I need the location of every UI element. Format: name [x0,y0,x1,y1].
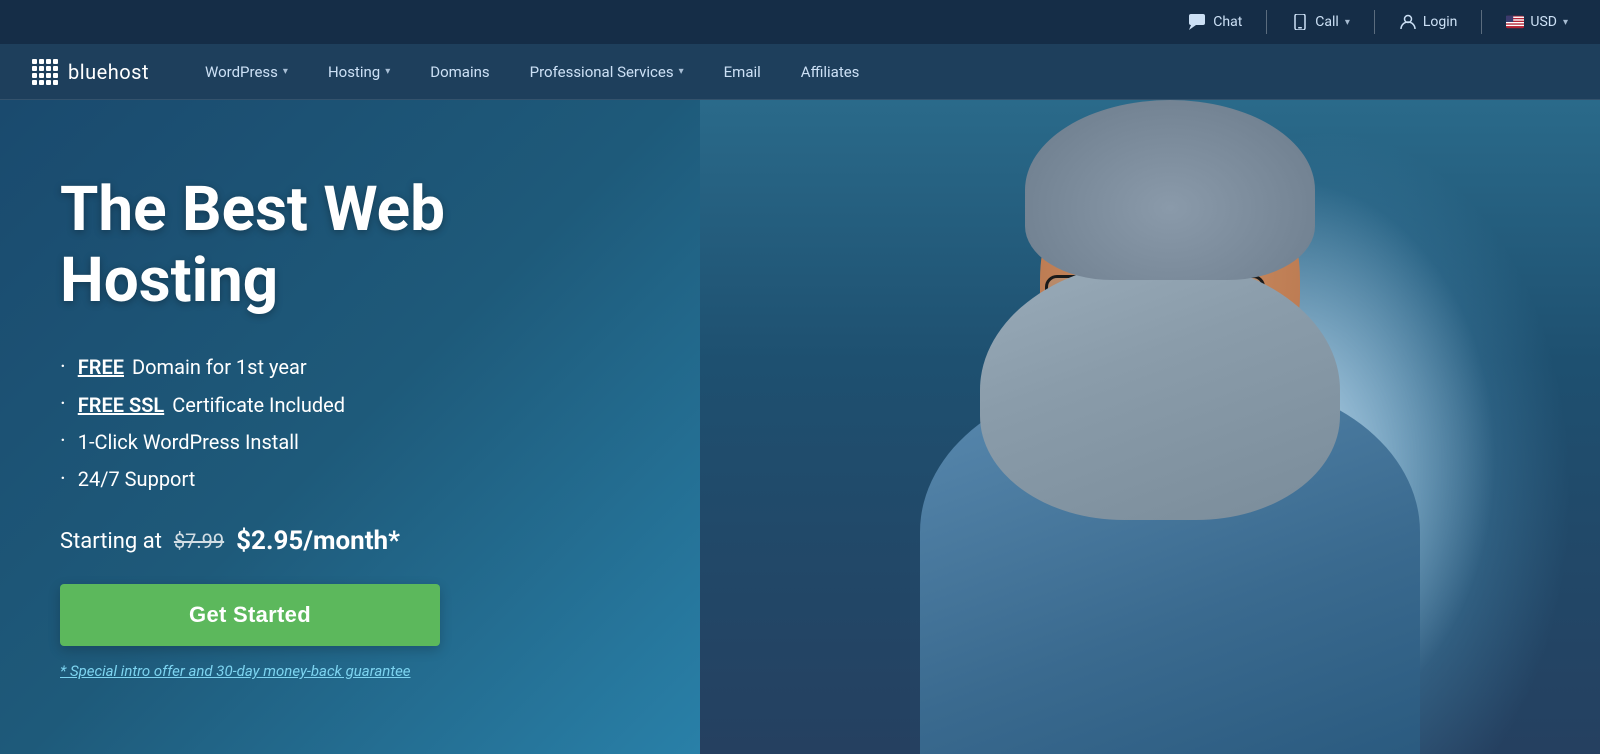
nav-wordpress-label: WordPress [205,63,278,81]
nav-email-label: Email [724,63,761,81]
new-price: $2.95/month* [236,526,400,556]
chat-link[interactable]: Chat [1189,13,1242,31]
person-hat [1025,100,1315,280]
user-icon [1399,13,1417,31]
currency-label: USD [1530,14,1557,30]
support-text: 24/7 Support [78,462,196,496]
main-navigation: bluehost WordPress ▾ Hosting ▾ Domains P… [0,44,1600,100]
free-ssl-text: Certificate Included [172,388,345,422]
login-label: Login [1423,14,1458,30]
pricing-prefix: Starting at [60,529,162,554]
hero-section: The Best Web Hosting · FREE Domain for 1… [0,100,1600,754]
feature-free-ssl: · FREE SSL Certificate Included [60,386,620,423]
nav-hosting-label: Hosting [328,63,380,81]
feature-wordpress: · 1-Click WordPress Install [60,423,620,460]
currency-dropdown-icon: ▾ [1563,17,1568,28]
call-link[interactable]: Call ▾ [1291,13,1350,31]
person-hood [980,260,1340,520]
nav-email[interactable]: Email [708,55,777,89]
nav-domains-label: Domains [430,63,489,81]
free-domain-highlight: FREE [78,350,124,384]
free-domain-text: Domain for 1st year [132,350,307,384]
nav-hosting[interactable]: Hosting ▾ [312,55,406,89]
feature-support: · 24/7 Support [60,461,620,498]
divider [1266,10,1267,34]
logo-grid-icon [32,59,58,85]
logo[interactable]: bluehost [32,59,149,85]
free-ssl-highlight: FREE SSL [78,388,164,422]
hero-person-figure [840,100,1520,754]
professional-services-dropdown-icon: ▾ [679,66,684,77]
phone-icon [1291,13,1309,31]
login-link[interactable]: Login [1399,13,1458,31]
bullet-4: · [60,461,66,498]
chat-label: Chat [1213,14,1242,30]
hero-features-list: · FREE Domain for 1st year · FREE SSL Ce… [60,349,620,499]
logo-text: bluehost [68,60,149,84]
nav-affiliates-label: Affiliates [801,63,860,81]
bullet-3: · [60,423,66,460]
get-started-button[interactable]: Get Started [60,584,440,646]
feature-free-domain: · FREE Domain for 1st year [60,349,620,386]
bullet-2: · [60,386,66,423]
nav-domains[interactable]: Domains [414,55,505,89]
divider3 [1481,10,1482,34]
nav-professional-services-label: Professional Services [530,63,674,81]
bullet-1: · [60,349,66,386]
call-label: Call [1315,14,1339,30]
chat-icon [1189,13,1207,31]
wordpress-install-text: 1-Click WordPress Install [78,425,299,459]
nav-affiliates[interactable]: Affiliates [785,55,876,89]
hero-title: The Best Web Hosting [60,174,620,317]
call-dropdown-icon: ▾ [1345,17,1350,28]
currency-selector[interactable]: USD ▾ [1506,13,1568,31]
top-utility-bar: Chat Call ▾ Login [0,0,1600,44]
pricing-row: Starting at $7.99 $2.95/month* [60,526,620,556]
flag-icon [1506,13,1524,31]
nav-professional-services[interactable]: Professional Services ▾ [514,55,700,89]
hero-content: The Best Web Hosting · FREE Domain for 1… [0,174,680,680]
nav-wordpress[interactable]: WordPress ▾ [189,55,304,89]
guarantee-text[interactable]: * Special intro offer and 30-day money-b… [60,662,620,680]
old-price: $7.99 [174,529,224,553]
wordpress-dropdown-icon: ▾ [283,66,288,77]
divider2 [1374,10,1375,34]
hosting-dropdown-icon: ▾ [385,66,390,77]
